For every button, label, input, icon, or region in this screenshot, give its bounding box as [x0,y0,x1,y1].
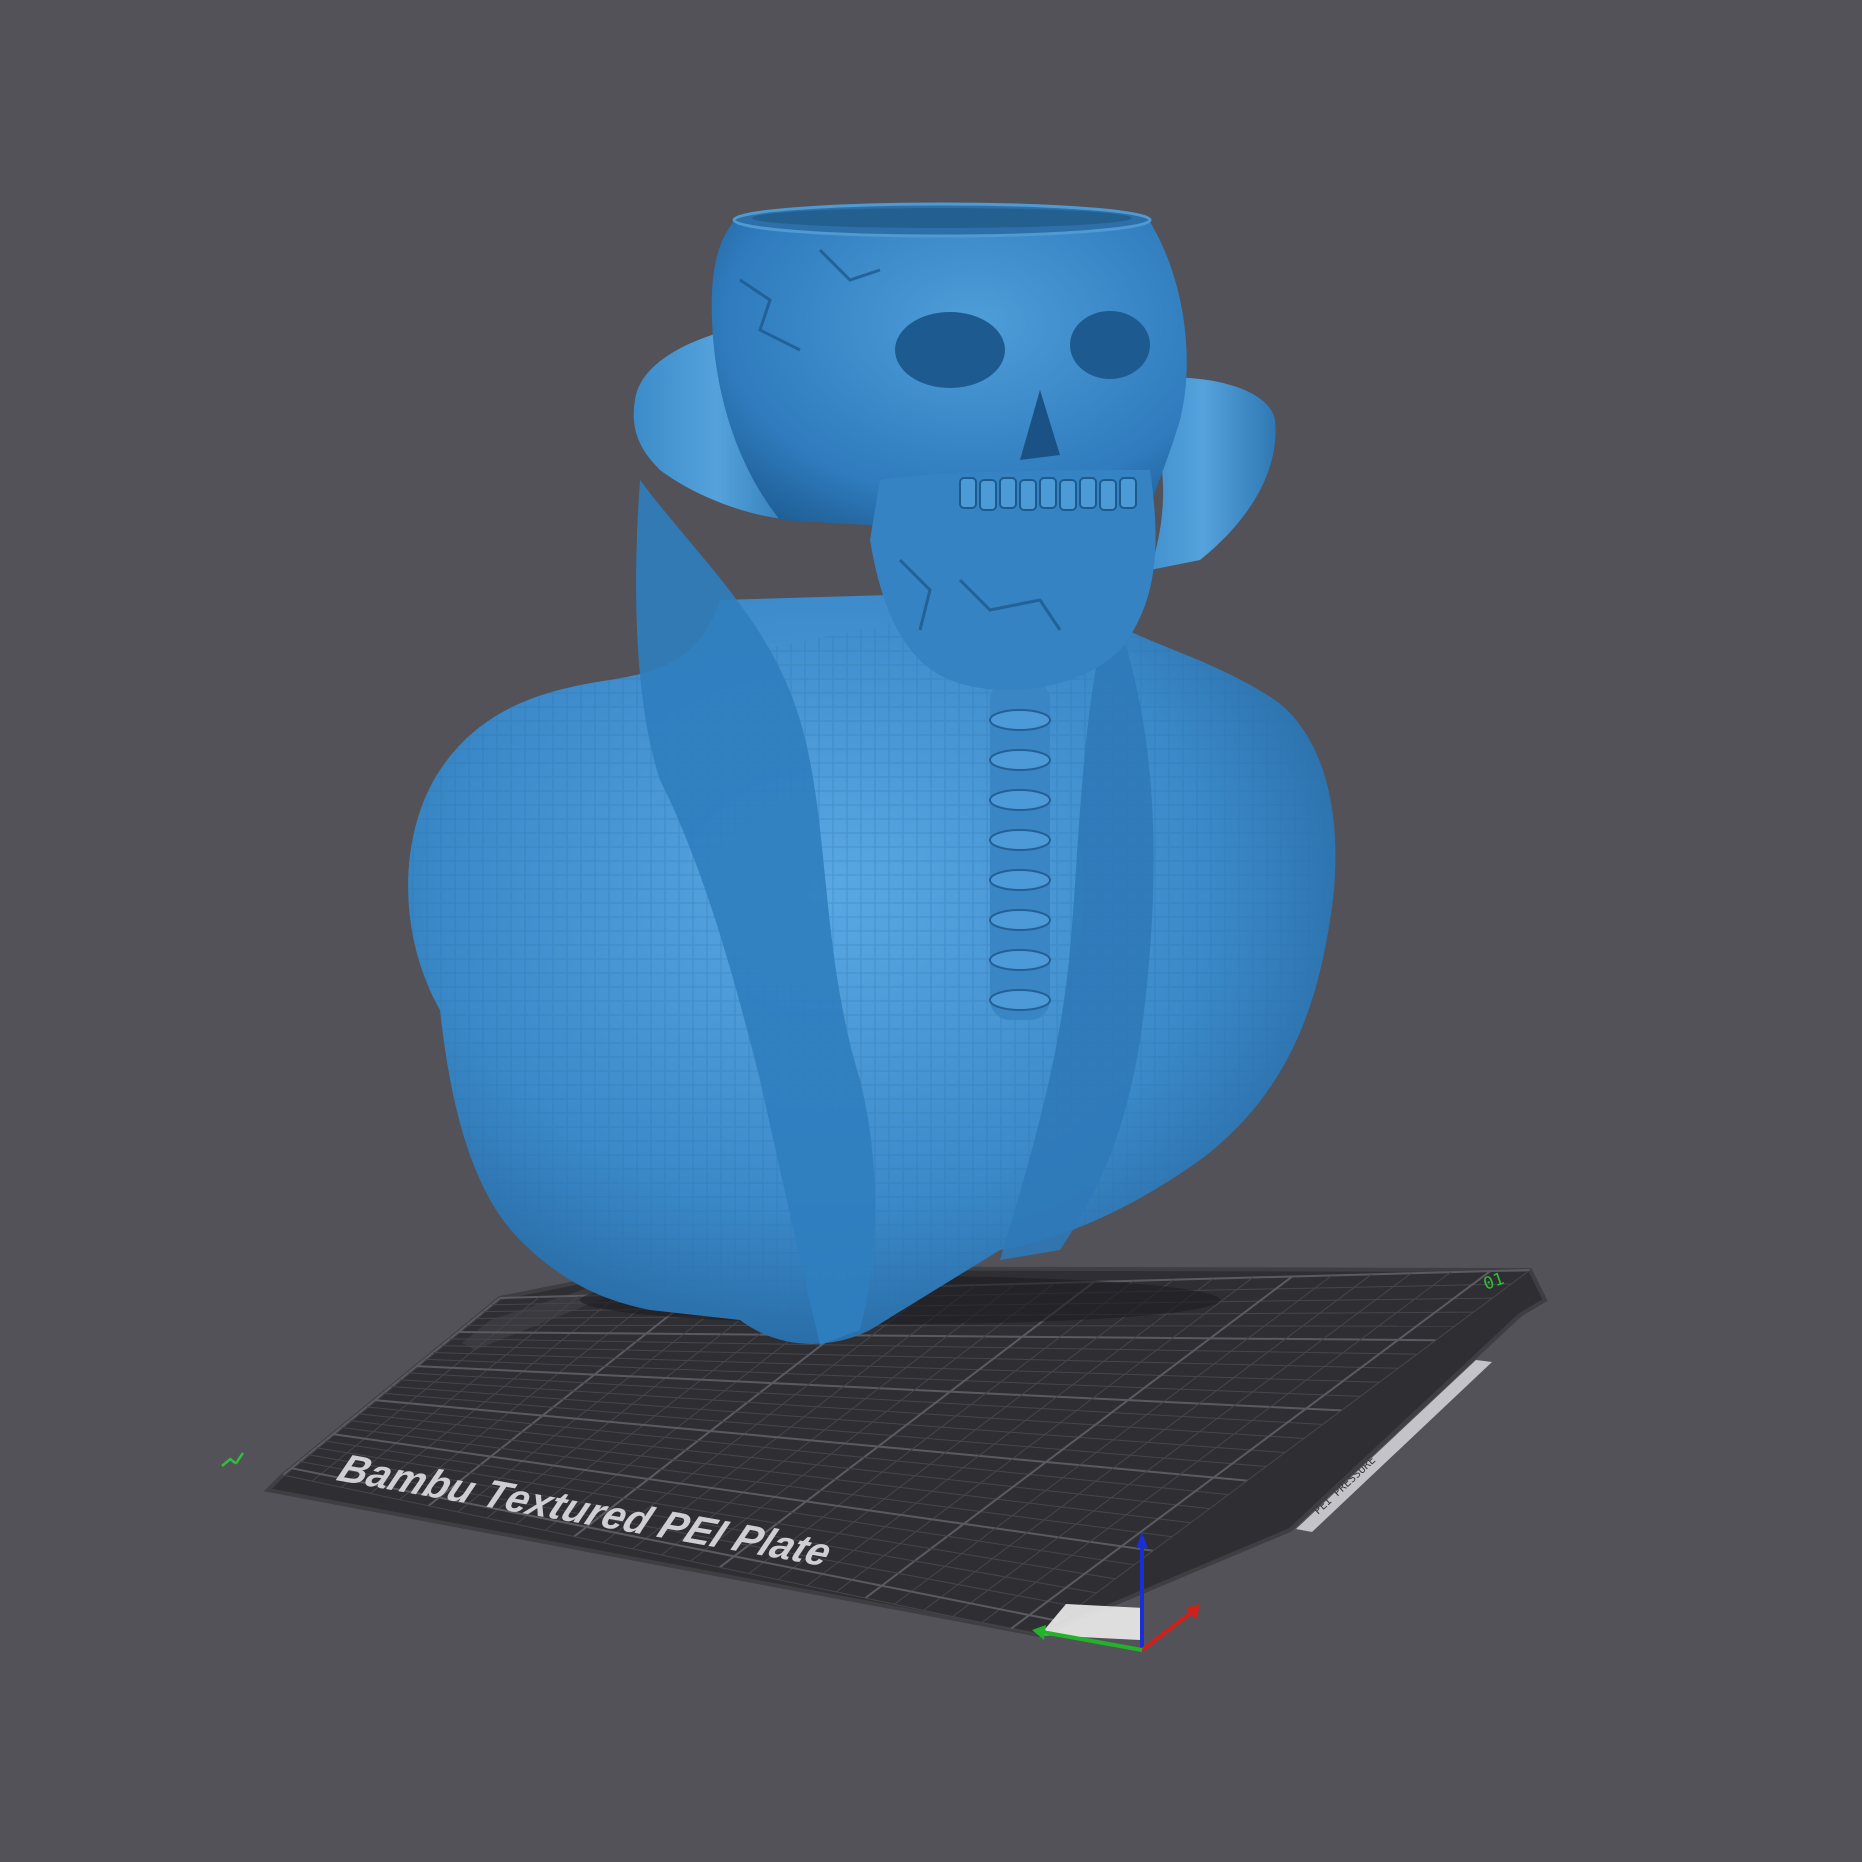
model-spine [989,680,1051,1020]
model-teeth [959,477,1137,511]
3d-viewport[interactable]: PEI PRESSURE Bambu Textured PEI Plate 01 [0,0,1862,1862]
model-eye-socket-left [895,312,1005,388]
origin-marker-icon [221,1452,245,1467]
scene-canvas[interactable]: PEI PRESSURE Bambu Textured PEI Plate 01 [0,0,1862,1862]
model-eye-socket-right [1070,311,1150,379]
model-skull-bust[interactable] [408,202,1336,1345]
